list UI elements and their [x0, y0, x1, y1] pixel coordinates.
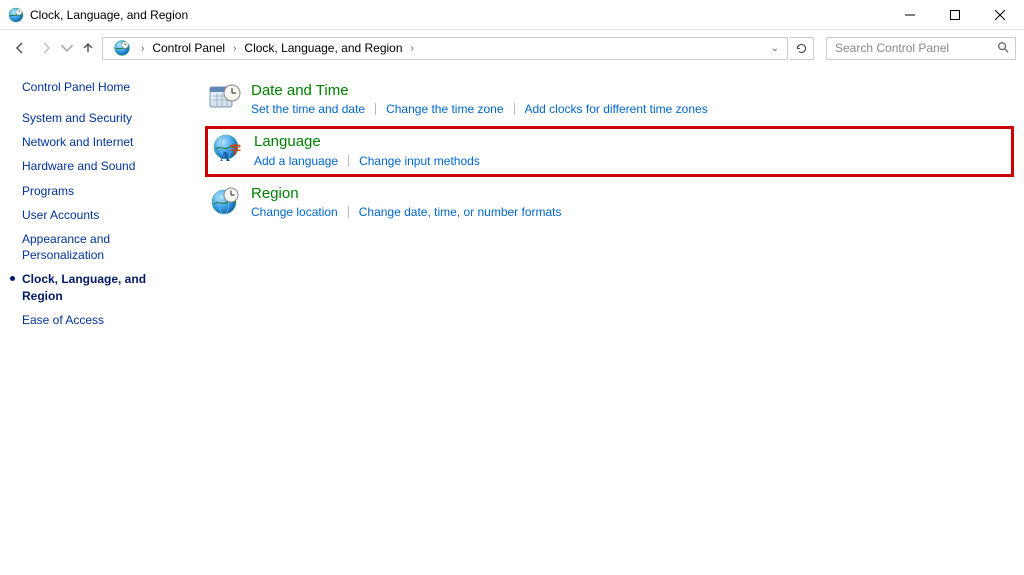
sidebar: Control Panel Home System and Security N… — [0, 66, 195, 346]
sidebar-category-list: System and Security Network and Internet… — [22, 110, 185, 328]
breadcrumb-chevron-icon[interactable]: › — [231, 43, 238, 54]
window-icon — [8, 7, 24, 23]
category-region: Region Change location Change date, time… — [205, 181, 1014, 225]
sidebar-item-user-accounts[interactable]: User Accounts — [22, 207, 185, 223]
address-bar[interactable]: › Control Panel › Clock, Language, and R… — [102, 37, 788, 60]
sidebar-item-programs[interactable]: Programs — [22, 183, 185, 199]
category-title-date-time[interactable]: Date and Time — [251, 82, 708, 99]
breadcrumb-chevron-icon[interactable]: › — [409, 43, 416, 54]
link-set-time-and-date[interactable]: Set the time and date — [251, 102, 365, 116]
link-add-a-language[interactable]: Add a language — [254, 154, 338, 168]
search-input[interactable] — [833, 40, 997, 56]
breadcrumb-chevron-icon[interactable]: › — [139, 43, 146, 54]
link-divider — [375, 103, 376, 115]
control-panel-home-link[interactable]: Control Panel Home — [22, 80, 185, 94]
titlebar: Clock, Language, and Region — [0, 0, 1024, 30]
link-divider — [348, 155, 349, 167]
category-title-language[interactable]: Language — [254, 133, 480, 150]
minimize-button[interactable] — [887, 0, 932, 29]
breadcrumb-control-panel[interactable]: Control Panel — [150, 41, 227, 55]
link-change-location[interactable]: Change location — [251, 205, 338, 219]
link-change-input-methods[interactable]: Change input methods — [359, 154, 480, 168]
region-icon — [209, 185, 241, 217]
forward-button[interactable] — [34, 36, 58, 60]
link-divider — [514, 103, 515, 115]
control-panel-icon — [113, 39, 131, 57]
breadcrumb-clock-language-region[interactable]: Clock, Language, and Region — [242, 41, 404, 55]
category-language: A 字 Language Add a language Change input… — [205, 126, 1014, 176]
window-controls — [887, 0, 1022, 29]
back-button[interactable] — [8, 36, 32, 60]
sidebar-item-hardware-sound[interactable]: Hardware and Sound — [22, 158, 185, 174]
address-dropdown-button[interactable]: ⌄ — [771, 43, 783, 54]
window-title: Clock, Language, and Region — [30, 8, 188, 22]
refresh-button[interactable] — [790, 37, 814, 60]
sidebar-item-system-security[interactable]: System and Security — [22, 110, 185, 126]
content-area: Control Panel Home System and Security N… — [0, 66, 1024, 346]
sidebar-item-appearance[interactable]: Appearance and Personalization — [22, 231, 185, 263]
close-button[interactable] — [977, 0, 1022, 29]
link-change-date-time-number-formats[interactable]: Change date, time, or number formats — [359, 205, 562, 219]
category-date-and-time: Date and Time Set the time and date Chan… — [205, 78, 1014, 122]
sidebar-item-network-internet[interactable]: Network and Internet — [22, 134, 185, 150]
category-title-region[interactable]: Region — [251, 185, 562, 202]
recent-locations-button[interactable] — [60, 36, 74, 60]
language-icon: A 字 — [212, 133, 244, 165]
link-divider — [348, 206, 349, 218]
sidebar-item-clock-language-region[interactable]: Clock, Language, and Region — [22, 271, 185, 303]
sidebar-item-ease-of-access[interactable]: Ease of Access — [22, 312, 185, 328]
main-panel: Date and Time Set the time and date Chan… — [195, 66, 1024, 346]
toolbar: › Control Panel › Clock, Language, and R… — [0, 30, 1024, 66]
up-button[interactable] — [76, 36, 100, 60]
link-add-clocks[interactable]: Add clocks for different time zones — [525, 102, 708, 116]
search-box[interactable] — [826, 37, 1016, 60]
link-change-time-zone[interactable]: Change the time zone — [386, 102, 503, 116]
maximize-button[interactable] — [932, 0, 977, 29]
date-time-icon — [209, 82, 241, 114]
search-icon — [997, 41, 1009, 56]
svg-text:字: 字 — [230, 142, 241, 156]
